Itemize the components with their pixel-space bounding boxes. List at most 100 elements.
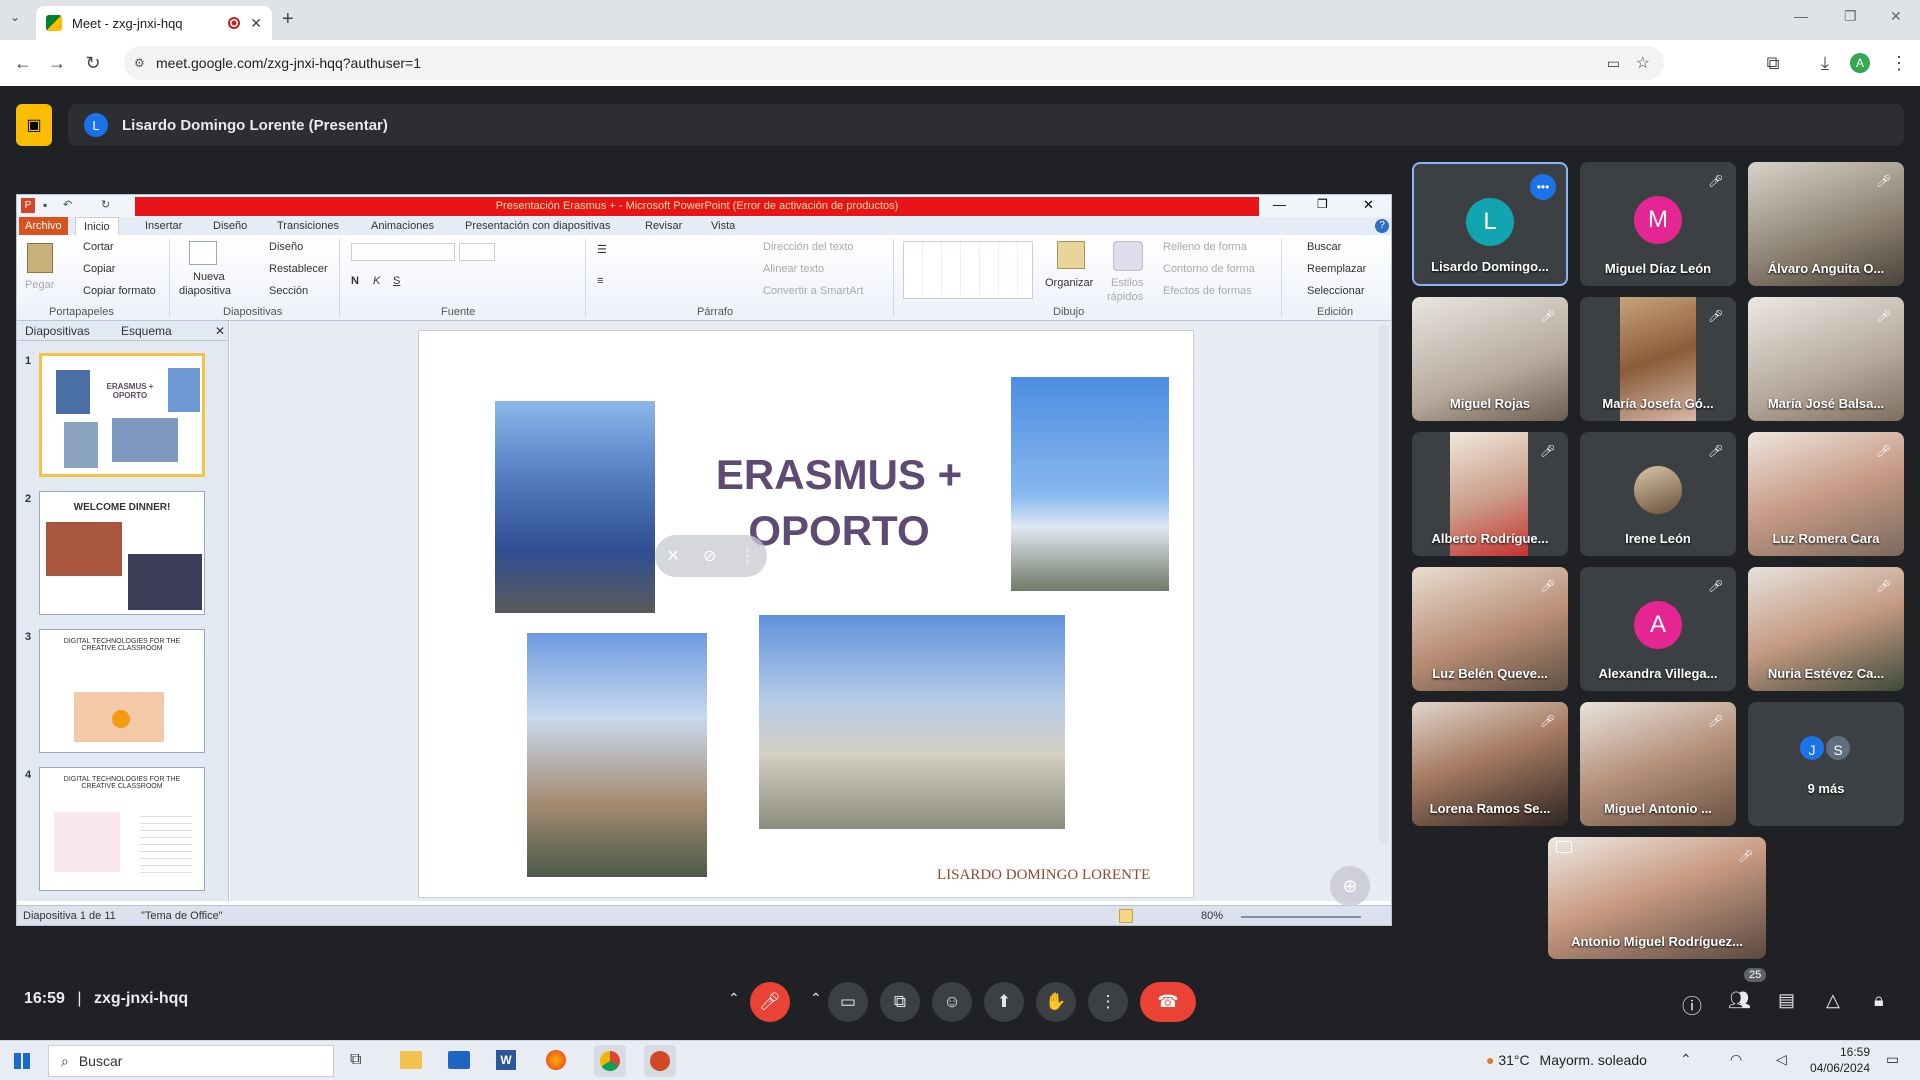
smartart-button[interactable]: Convertir a SmartArt <box>763 285 863 297</box>
ppt-minimize-button[interactable]: — <box>1273 197 1286 212</box>
participant-tile[interactable]: 🎤︎ Nuria Estévez Ca... <box>1748 567 1904 691</box>
redo-icon[interactable]: ↻ <box>101 198 110 211</box>
participant-tile[interactable]: 🎤︎ Miguel Rojas <box>1412 297 1568 421</box>
stop-presenting-icon[interactable]: ▣ <box>16 104 52 146</box>
close-tab-icon[interactable]: ✕ <box>250 15 262 32</box>
participant-tile[interactable]: 🎤︎ Irene León <box>1580 432 1736 556</box>
leave-call-button[interactable]: ☎ <box>1140 982 1196 1022</box>
participant-tile[interactable]: 🎤︎ María Josefa Gó... <box>1580 297 1736 421</box>
present-button[interactable]: ⬆ <box>984 982 1024 1022</box>
paste-button[interactable]: Pegar <box>25 279 54 291</box>
task-view-icon[interactable]: ⧉ <box>350 1051 361 1069</box>
minimize-window-button[interactable]: — <box>1794 8 1808 24</box>
align-left-button[interactable]: ≡ <box>597 275 603 287</box>
more-options-button[interactable]: ⋮ <box>1088 982 1128 1022</box>
tab-insertar[interactable]: Insertar <box>145 220 182 232</box>
participant-tile[interactable]: 🎤︎ Miguel Antonio ... <box>1580 702 1736 826</box>
people-icon[interactable]: 👥︎ <box>1728 990 1751 1011</box>
slide-thumbnail[interactable]: DIGITAL TECHNOLOGIES FOR THE CREATIVE CL… <box>39 629 205 753</box>
host-controls-icon[interactable]: 🔒︎ <box>1874 990 1884 1011</box>
bookmark-star-icon[interactable]: ☆ <box>1636 53 1650 73</box>
word-icon[interactable]: W <box>496 1050 516 1070</box>
slide-thumbnail[interactable]: DIGITAL TECHNOLOGIES FOR THE CREATIVE CL… <box>39 767 205 891</box>
volume-icon[interactable]: ◁ <box>1776 1051 1787 1068</box>
italic-button[interactable]: K <box>373 275 380 287</box>
tab-inicio[interactable]: Inicio <box>75 217 119 236</box>
tab-search-icon[interactable]: ⌄ <box>10 10 20 24</box>
chrome-icon[interactable] <box>594 1045 626 1077</box>
participant-tile[interactable]: 🎤︎ María José Balsa... <box>1748 297 1904 421</box>
paste-icon[interactable] <box>27 243 53 273</box>
bullets-button[interactable]: ☰ <box>597 243 607 256</box>
new-slide-icon[interactable] <box>189 241 217 265</box>
participant-tile[interactable]: 🎤︎ Luz Romera Cara <box>1748 432 1904 556</box>
copy-button[interactable]: Copiar <box>83 263 115 275</box>
font-name-select[interactable] <box>351 243 455 261</box>
notifications-icon[interactable]: ▭ <box>1886 1051 1899 1068</box>
mic-options-icon[interactable]: ⌃ <box>728 990 740 1007</box>
quick-styles-button[interactable]: Estilos <box>1111 277 1143 289</box>
tab-esquema[interactable]: Esquema <box>121 324 172 338</box>
format-painter-button[interactable]: Copiar formato <box>83 285 156 297</box>
restore-window-button[interactable]: ❐ <box>1844 8 1857 25</box>
downloads-icon[interactable]: ⤓ <box>1812 50 1838 76</box>
view-normal-icon[interactable] <box>1119 909 1133 923</box>
camera-icon[interactable]: ▭ <box>1607 55 1620 72</box>
shape-outline-button[interactable]: Contorno de forma <box>1163 263 1255 275</box>
tab-transiciones[interactable]: Transiciones <box>277 220 339 232</box>
close-pane-icon[interactable]: ✕ <box>215 324 225 338</box>
start-icon[interactable] <box>14 1053 30 1069</box>
camera-options-icon[interactable]: ⌃ <box>810 990 822 1007</box>
quick-styles-button-line2[interactable]: rápidos <box>1107 291 1143 303</box>
forward-button[interactable]: → <box>44 50 70 76</box>
shape-fill-button[interactable]: Relleno de forma <box>1163 241 1247 253</box>
mic-toggle-button[interactable]: 🎤︎ <box>750 982 790 1022</box>
shape-effects-button[interactable]: Efectos de formas <box>1163 285 1252 297</box>
mail-icon[interactable] <box>448 1051 470 1069</box>
pip-icon[interactable] <box>1556 841 1572 853</box>
address-bar[interactable]: ⚙ meet.google.com/zxg-jnxi-hqq?authuser=… <box>124 46 1664 80</box>
arrange-icon[interactable] <box>1057 241 1085 269</box>
firefox-icon[interactable] <box>546 1050 566 1070</box>
participant-tile-self[interactable]: 🎤︎ Antonio Miguel Rodríguez... <box>1548 837 1766 959</box>
tab-animaciones[interactable]: Animaciones <box>371 220 434 232</box>
more-options-icon[interactable]: ⋮ <box>739 546 755 566</box>
pin-icon[interactable]: ✕ <box>667 546 680 566</box>
save-icon[interactable]: ▪ <box>43 198 47 212</box>
browser-tab-meet[interactable]: Meet - zxg-jnxi-hqq ✕ <box>36 6 272 40</box>
layout-button[interactable]: Diseño <box>269 241 303 253</box>
reset-button[interactable]: Restablecer <box>269 263 328 275</box>
vertical-scrollbar[interactable] <box>1379 325 1389 845</box>
text-direction-button[interactable]: Dirección del texto <box>763 241 854 253</box>
tab-diapositivas[interactable]: Diapositivas <box>25 324 90 338</box>
tab-revisar[interactable]: Revisar <box>645 220 682 232</box>
mute-participant-icon[interactable]: ⊘ <box>703 546 716 566</box>
file-explorer-icon[interactable] <box>400 1051 422 1069</box>
ppt-close-button[interactable]: ✕ <box>1363 197 1374 213</box>
back-button[interactable]: ← <box>10 50 36 76</box>
slide-thumbnail[interactable]: ERASMUS + OPORTO <box>39 353 205 477</box>
participant-tile[interactable]: L ••• Lisardo Domingo... <box>1412 162 1568 286</box>
find-button[interactable]: Buscar <box>1307 241 1341 253</box>
profile-avatar[interactable]: A <box>1850 53 1870 73</box>
tab-diseno[interactable]: Diseño <box>213 220 247 232</box>
participant-tile[interactable]: M 🎤︎ Miguel Díaz León <box>1580 162 1736 286</box>
chat-icon[interactable]: ▤ <box>1778 990 1795 1011</box>
tab-vista[interactable]: Vista <box>711 220 735 232</box>
quick-styles-icon[interactable] <box>1113 241 1143 271</box>
raise-hand-button[interactable]: ✋ <box>1036 982 1076 1022</box>
help-icon[interactable]: ? <box>1375 219 1389 233</box>
wifi-icon[interactable]: ◠ <box>1730 1051 1742 1068</box>
browser-menu-icon[interactable]: ⋮ <box>1886 50 1912 76</box>
site-info-icon[interactable]: ⚙ <box>134 56 145 70</box>
arrange-button[interactable]: Organizar <box>1045 277 1093 289</box>
participant-tile[interactable]: 🎤︎ Álvaro Anguita O... <box>1748 162 1904 286</box>
zoom-slider[interactable] <box>1241 916 1361 918</box>
select-button[interactable]: Seleccionar <box>1307 285 1364 297</box>
more-participants-tile[interactable]: J S 9 más <box>1748 702 1904 826</box>
clock[interactable]: 16:59 04/06/2024 <box>1800 1044 1870 1076</box>
taskbar-search[interactable]: ⌕ Buscar <box>48 1045 334 1077</box>
participant-tile[interactable]: 🎤︎ Lorena Ramos Se... <box>1412 702 1568 826</box>
extensions-icon[interactable]: ⧉ <box>1760 50 1786 76</box>
reload-button[interactable]: ↻ <box>80 50 106 76</box>
